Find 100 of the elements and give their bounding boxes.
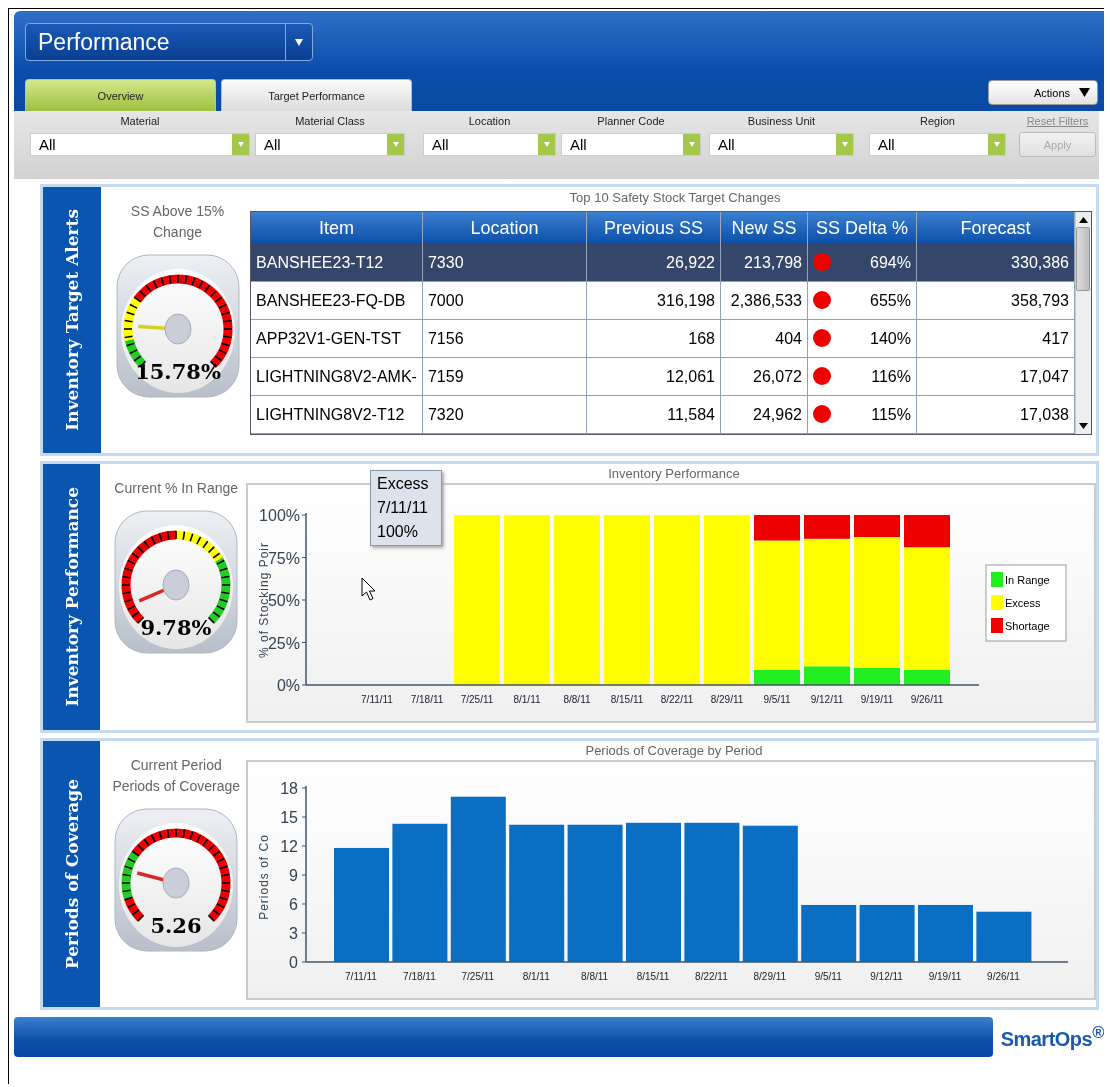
bar[interactable] bbox=[742, 825, 798, 962]
legend-label: Excess bbox=[1005, 597, 1041, 609]
axis-label: 8/29/11 bbox=[753, 971, 787, 982]
axis-label: 7/18/11 bbox=[403, 971, 436, 982]
axis-label: 8/1/11 bbox=[522, 971, 550, 982]
caret-icon bbox=[993, 142, 1000, 147]
bar[interactable] bbox=[509, 824, 565, 962]
axis-label: 8/1/11 bbox=[513, 694, 541, 705]
legend-swatch bbox=[991, 595, 1003, 610]
table-cell: LIGHTNING8V2-T12 bbox=[251, 395, 423, 434]
axis-label: 6 bbox=[289, 896, 298, 913]
filter-select[interactable]: All bbox=[869, 133, 1006, 156]
axis-label: 18 bbox=[280, 780, 298, 797]
axis-label: 8/22/11 bbox=[695, 971, 728, 982]
bar[interactable] bbox=[684, 822, 740, 962]
axis-label: 7/18/11 bbox=[410, 694, 444, 705]
bar[interactable] bbox=[801, 904, 857, 962]
table-row[interactable]: LIGHTNING8V2-AMK- 7159 12,061 26,072 116% 17,047 bbox=[251, 357, 1075, 396]
gauge-title: SS Above 15% Change bbox=[129, 202, 226, 242]
table-cell: 17,038 bbox=[916, 395, 1075, 434]
axis-label: 7/25/11 bbox=[460, 694, 494, 705]
table-row[interactable]: APP32V1-GEN-TST 7156 168 404 140% 417 bbox=[251, 319, 1075, 358]
bar[interactable] bbox=[450, 796, 506, 962]
filter-select[interactable]: All bbox=[30, 133, 250, 156]
axis-label: 0 bbox=[289, 954, 298, 971]
caret-icon bbox=[392, 142, 399, 147]
tab[interactable]: Target Performance bbox=[221, 79, 412, 111]
filter-select[interactable]: All bbox=[255, 133, 405, 156]
chart-title: Inventory Performance bbox=[608, 466, 740, 481]
axis-label: 100% bbox=[259, 507, 300, 524]
page-dropdown[interactable]: Performance bbox=[25, 23, 313, 61]
filter-select[interactable]: All bbox=[423, 133, 556, 156]
caret-icon bbox=[688, 142, 695, 147]
table-cell: 2,386,533 bbox=[720, 281, 808, 320]
table-cell: 7320 bbox=[422, 395, 587, 434]
bar[interactable] bbox=[976, 911, 1032, 962]
table-cell: 168 bbox=[586, 319, 721, 358]
table-cell: 140% bbox=[807, 319, 917, 358]
axis-label: 9/26/11 bbox=[987, 971, 1020, 982]
table-row[interactable]: BANSHEE23-T12 7330 26,922 213,798 694% 330,386 bbox=[251, 244, 1075, 282]
legend-label: Shortage bbox=[1005, 620, 1050, 632]
actions-button[interactable]: Actions bbox=[988, 80, 1098, 105]
axis-label: 8/8/11 bbox=[581, 971, 609, 982]
axis-label: 8/29/11 bbox=[710, 694, 744, 705]
bar[interactable] bbox=[904, 515, 950, 548]
tooltip-text: Excess bbox=[377, 475, 430, 493]
gauge-value: 15.78% bbox=[134, 359, 221, 384]
legend-swatch bbox=[991, 572, 1003, 587]
bar[interactable] bbox=[392, 823, 448, 962]
table-cell: 316,198 bbox=[586, 281, 721, 320]
axis-label: 9/5/11 bbox=[814, 971, 842, 982]
filter-label: Material bbox=[120, 115, 160, 127]
axis-label: 7/25/11 bbox=[461, 971, 495, 982]
table-cell: 7156 bbox=[422, 319, 587, 358]
bar[interactable] bbox=[567, 824, 623, 962]
table-cell: 11,584 bbox=[586, 395, 721, 434]
axis-label: 8/22/11 bbox=[660, 694, 694, 705]
axis-label: 7/11/11 bbox=[345, 971, 377, 982]
caret-icon bbox=[1079, 88, 1090, 97]
caret-icon bbox=[295, 38, 303, 46]
bar[interactable] bbox=[859, 904, 915, 962]
filter-label: Planner Code bbox=[597, 115, 665, 127]
axis-label: 8/15/11 bbox=[636, 971, 670, 982]
gauge-value: 9.78% bbox=[140, 615, 212, 640]
axis-label: 9/12/11 bbox=[810, 694, 844, 705]
axis-label: 9/26/11 bbox=[910, 694, 944, 705]
filter-label: Location bbox=[468, 115, 511, 127]
axis-label: 9/12/11 bbox=[870, 971, 903, 982]
filter-select[interactable]: All bbox=[709, 133, 854, 156]
axis-label: 8/15/11 bbox=[610, 694, 644, 705]
gauge-title: Current Period Periods of Coverage bbox=[111, 756, 242, 796]
tooltip-text: 7/11/11 bbox=[377, 499, 429, 517]
axis-label: 9/19/11 bbox=[860, 694, 894, 705]
filter-label: Material Class bbox=[295, 115, 365, 127]
column-header[interactable]: SS Delta % bbox=[807, 212, 917, 244]
table-cell: 26,922 bbox=[586, 244, 721, 282]
gauge-title: Current % In Range bbox=[113, 479, 240, 498]
chart-title: Periods of Coverage by Period bbox=[585, 743, 763, 758]
filter-label: Region bbox=[920, 115, 955, 127]
filter-select[interactable]: All bbox=[561, 133, 701, 156]
column-header[interactable]: Location bbox=[422, 212, 587, 244]
table-cell: APP32V1-GEN-TST bbox=[251, 319, 423, 358]
table-cell: 17,047 bbox=[916, 357, 1075, 396]
column-header[interactable]: Previous SS bbox=[586, 212, 721, 244]
table-cell: 26,072 bbox=[720, 357, 808, 396]
table-row[interactable]: LIGHTNING8V2-T12 7320 11,584 24,962 115% 17,038 bbox=[251, 395, 1075, 434]
bar[interactable] bbox=[854, 515, 900, 538]
axis-title: Periods of Co bbox=[257, 834, 271, 920]
table-cell: 213,798 bbox=[720, 244, 808, 282]
tab[interactable]: Overview bbox=[25, 79, 216, 111]
table-cell: LIGHTNING8V2-AMK- bbox=[251, 357, 423, 396]
table-row[interactable]: BANSHEE23-FQ-DB 7000 316,198 2,386,533 655% 358,793 bbox=[251, 281, 1075, 320]
axis-label: 0% bbox=[276, 677, 300, 694]
table-title: Top 10 Safety Stock Target Changes bbox=[569, 190, 781, 205]
axis-label: 3 bbox=[289, 925, 298, 942]
axis-label: 50% bbox=[267, 592, 300, 609]
column-header[interactable]: Forecast bbox=[916, 212, 1075, 244]
column-header[interactable]: Item bbox=[251, 212, 423, 244]
column-header[interactable]: New SS bbox=[720, 212, 808, 244]
axis-label: 7/11/11 bbox=[361, 694, 393, 705]
